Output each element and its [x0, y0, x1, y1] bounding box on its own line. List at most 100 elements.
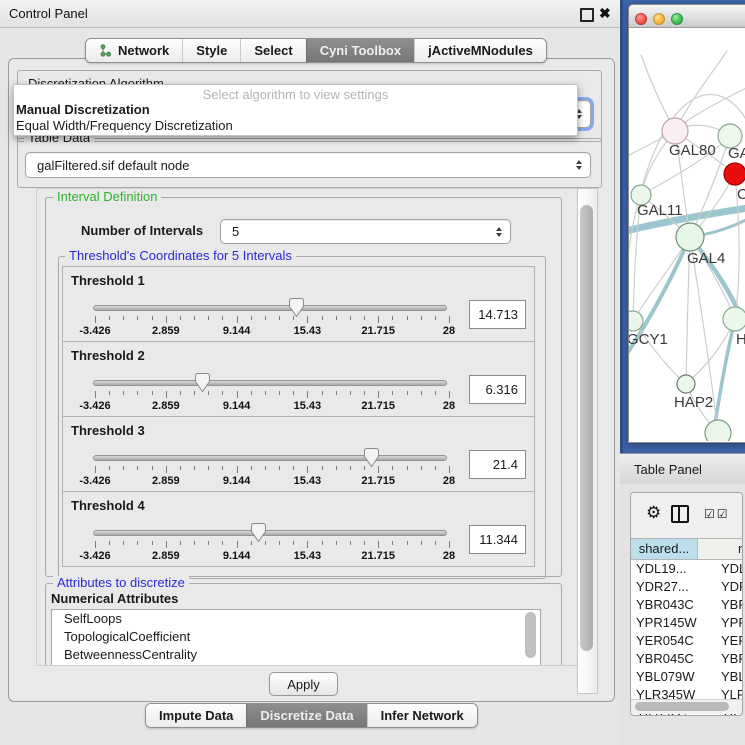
table-row[interactable]: YPR145WYPR145W [631, 614, 743, 632]
table-hscrollbar-track[interactable] [631, 699, 742, 714]
slider-tick [251, 466, 252, 470]
thresholds-group-title: Threshold's Coordinates for 5 Intervals [65, 249, 296, 263]
tab-style[interactable]: Style [182, 39, 240, 62]
float-window-icon[interactable] [580, 8, 594, 22]
table-cell-shared-name[interactable]: YER054C [631, 632, 702, 650]
slider-tick [180, 391, 181, 395]
slider-tick-label: 2.859 [152, 325, 180, 337]
network-canvas[interactable]: GAL80GAGAL11CGAL4GCY1HHAP2 [629, 27, 745, 441]
select-columns-checkboxes-icon[interactable]: ☑☑ [704, 507, 730, 521]
slider-thumb[interactable] [364, 448, 379, 467]
slider-tick [137, 391, 138, 395]
network-node[interactable] [676, 223, 704, 251]
network-node[interactable] [723, 307, 745, 331]
slider-tick [350, 541, 351, 545]
attribute-item[interactable]: TopologicalCoefficient [52, 628, 540, 646]
table-row[interactable]: YER054CYER054C [631, 632, 743, 650]
table-cell-name[interactable]: YBL079W [702, 668, 743, 686]
table-cell-name[interactable]: YBR043C [702, 596, 743, 614]
network-node[interactable] [724, 163, 745, 185]
tab-infer-network-label: Infer Network [381, 707, 464, 724]
slider-track[interactable] [93, 305, 447, 311]
slider-tick [364, 316, 365, 320]
slider-tick-label: 9.144 [223, 475, 251, 487]
table-row[interactable]: YBR045CYBR045C [631, 650, 743, 668]
slider-tick [279, 316, 280, 320]
table-cell-shared-name[interactable]: YBR043C [631, 596, 702, 614]
num-intervals-combo[interactable]: 5 [220, 219, 511, 244]
slider-tick [435, 466, 436, 470]
tab-impute-data[interactable]: Impute Data [146, 704, 246, 727]
list-scrollbar-thumb[interactable] [525, 612, 536, 658]
network-node[interactable] [705, 420, 731, 441]
threshold-value[interactable]: 11.344 [469, 525, 526, 554]
tab-jactivemnodules[interactable]: jActiveMNodules [414, 39, 546, 62]
algorithm-popup-prompt: Select algorithm to view settings [14, 87, 577, 102]
tab-select[interactable]: Select [240, 39, 305, 62]
threshold-label: Threshold 3 [71, 423, 145, 438]
close-icon[interactable]: ✖ [599, 5, 611, 22]
apply-button[interactable]: Apply [269, 672, 338, 696]
minimize-traffic-light[interactable] [653, 13, 665, 25]
table-cell-name[interactable]: YDR27... [702, 578, 743, 596]
panel-scrollbar-thumb[interactable] [580, 205, 593, 651]
threshold-row: Threshold 3-3.4262.8599.14415.4321.71528… [62, 416, 535, 492]
gear-icon[interactable]: ⚙ [646, 503, 661, 523]
threshold-value[interactable]: 14.713 [469, 300, 526, 329]
slider-tick [435, 541, 436, 545]
table-cell-name[interactable]: YPR145W [702, 614, 743, 632]
panel-scrollbar-track[interactable] [577, 188, 598, 694]
network-node[interactable] [677, 375, 695, 393]
slider-tick [166, 391, 167, 398]
table-hscrollbar-thumb[interactable] [635, 702, 729, 711]
slider-track[interactable] [93, 530, 447, 536]
threshold-value[interactable]: 21.4 [469, 450, 526, 479]
table-cell-shared-name[interactable]: YDL19... [631, 560, 702, 578]
slider-track[interactable] [93, 455, 447, 461]
network-node[interactable] [662, 118, 688, 144]
column-header-shared-name[interactable]: shared... [631, 539, 698, 559]
slider-thumb[interactable] [195, 373, 210, 392]
tab-network[interactable]: Network [86, 39, 182, 62]
slider-thumb[interactable] [251, 523, 266, 542]
slider-tick [421, 316, 422, 320]
slider-track[interactable] [93, 380, 447, 386]
table-cell-shared-name[interactable]: YPR145W [631, 614, 702, 632]
network-edge [675, 51, 727, 131]
slider-tick [293, 316, 294, 320]
table-data-combo[interactable]: galFiltered.sif default node [25, 152, 591, 178]
slider-tick [180, 466, 181, 470]
table-cell-shared-name[interactable]: YBR045C [631, 650, 702, 668]
table-cell-shared-name[interactable]: YDR27... [631, 578, 702, 596]
table-cell-name[interactable]: YER054C [702, 632, 743, 650]
tab-infer-network[interactable]: Infer Network [367, 704, 477, 727]
attribute-item[interactable]: BetweennessCentrality [52, 646, 540, 664]
threshold-value[interactable]: 6.316 [469, 375, 526, 404]
network-node-label: GA [728, 145, 745, 162]
table-row[interactable]: YDR27...YDR27... [631, 578, 743, 596]
tab-discretize-data[interactable]: Discretize Data [246, 704, 366, 727]
algorithm-popup-item-manual[interactable]: Manual Discretization [16, 102, 150, 117]
slider-tick [421, 391, 422, 395]
numerical-attributes-list[interactable]: SelfLoopsTopologicalCoefficientBetweenne… [51, 609, 541, 666]
column-header-name[interactable]: n... [698, 539, 743, 559]
table-row[interactable]: YBR043CYBR043C [631, 596, 743, 614]
close-traffic-light[interactable] [635, 13, 647, 25]
slider-tick [350, 466, 351, 470]
attribute-item[interactable]: SelfLoops [52, 610, 540, 628]
table-cell-shared-name[interactable]: YBL079W [631, 668, 702, 686]
network-node[interactable] [629, 311, 643, 331]
tab-cyni-toolbox[interactable]: Cyni Toolbox [306, 39, 414, 62]
slider-tick [293, 466, 294, 470]
table-cell-name[interactable]: YBR045C [702, 650, 743, 668]
slider-tick [293, 541, 294, 545]
table-cell-name[interactable]: YDL19... [702, 560, 743, 578]
columns-icon[interactable] [671, 505, 689, 523]
network-window-titlebar[interactable] [629, 5, 745, 28]
table-row[interactable]: YDL19...YDL19... [631, 560, 743, 578]
algorithm-popup-item-equal-width[interactable]: Equal Width/Frequency Discretization [16, 118, 233, 133]
zoom-traffic-light[interactable] [671, 13, 683, 25]
table-row[interactable]: YBL079WYBL079W [631, 668, 743, 686]
slider-thumb[interactable] [289, 298, 304, 317]
slider-tick [208, 466, 209, 470]
